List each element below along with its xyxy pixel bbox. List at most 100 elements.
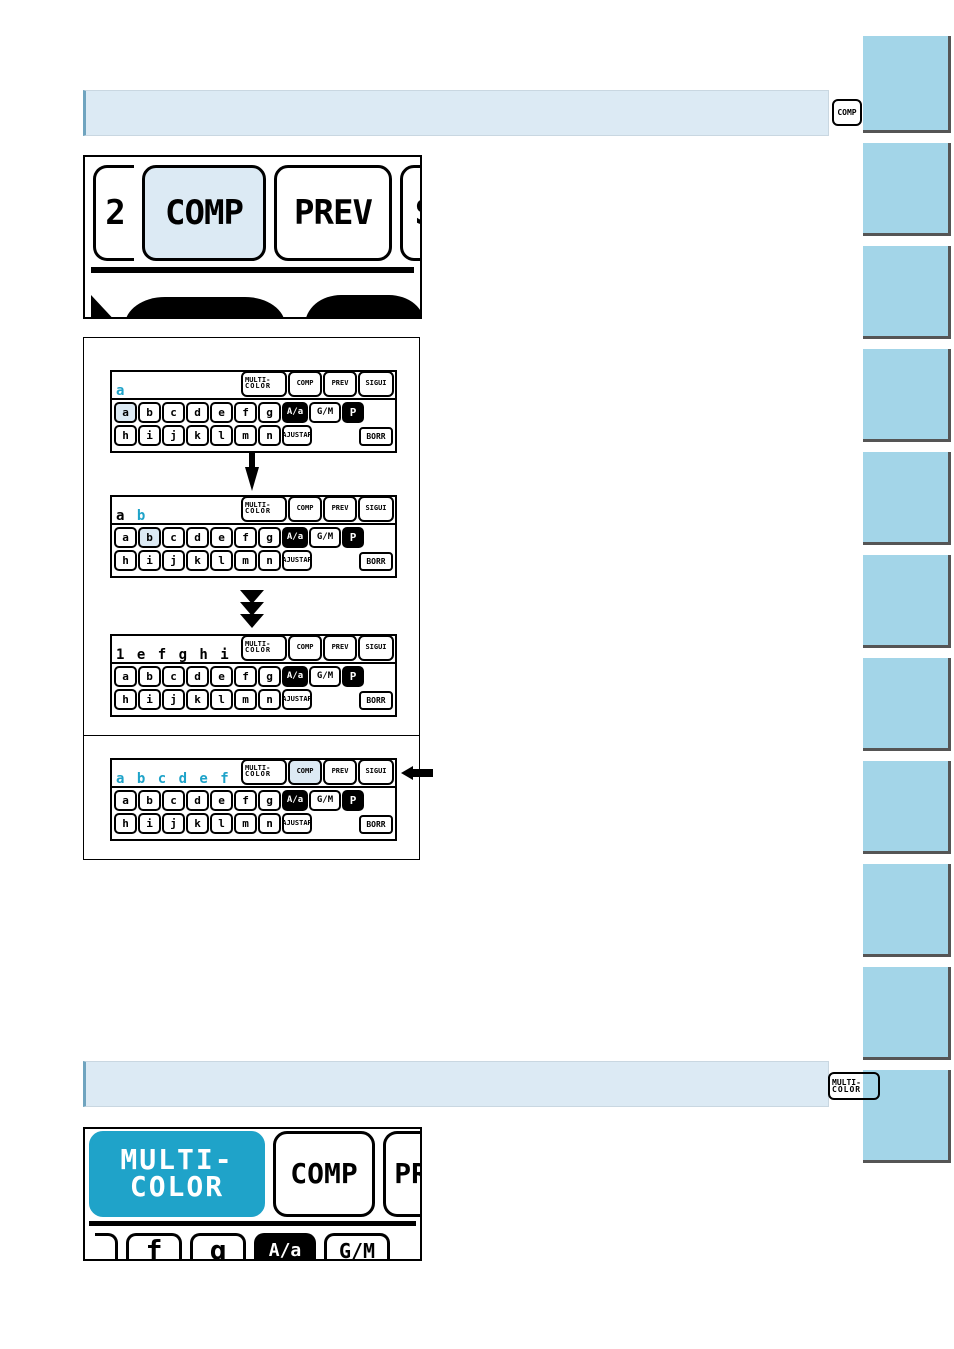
- key-case-toggle[interactable]: A/a: [254, 1233, 316, 1261]
- key-b[interactable]: b: [138, 402, 161, 423]
- prev-button[interactable]: PREV: [323, 371, 357, 397]
- key-f[interactable]: f: [126, 1233, 182, 1261]
- key-h[interactable]: h: [114, 425, 137, 446]
- side-tab[interactable]: [863, 36, 951, 133]
- key-case-toggle[interactable]: A/a: [282, 666, 308, 687]
- key-e[interactable]: e: [210, 527, 233, 548]
- key-l[interactable]: l: [210, 425, 233, 446]
- key-l[interactable]: l: [210, 689, 233, 710]
- side-tab[interactable]: [863, 452, 951, 545]
- key-c[interactable]: c: [162, 402, 185, 423]
- key-c[interactable]: c: [162, 790, 185, 811]
- key-b[interactable]: b: [138, 790, 161, 811]
- borr-button[interactable]: BORR: [359, 815, 393, 834]
- key-fragment[interactable]: [95, 1233, 118, 1261]
- sigui-button[interactable]: SIGUI: [358, 371, 394, 397]
- key-ajustar[interactable]: AJUSTAR: [282, 813, 312, 834]
- key-k[interactable]: k: [186, 689, 209, 710]
- key-h[interactable]: h: [114, 813, 137, 834]
- key-i[interactable]: i: [138, 689, 161, 710]
- prev-button[interactable]: PREV: [323, 759, 357, 785]
- key-h[interactable]: h: [114, 689, 137, 710]
- key-ajustar[interactable]: AJUSTAR: [282, 689, 312, 710]
- side-tab[interactable]: [863, 761, 951, 854]
- key-e[interactable]: e: [210, 666, 233, 687]
- key-j[interactable]: j: [162, 425, 185, 446]
- comp-button[interactable]: COMP: [288, 371, 322, 397]
- key-d[interactable]: d: [186, 527, 209, 548]
- key-j[interactable]: j: [162, 550, 185, 571]
- key-m[interactable]: m: [234, 689, 257, 710]
- key-p[interactable]: P: [342, 402, 364, 423]
- prev-button[interactable]: PREV: [323, 496, 357, 522]
- side-tab[interactable]: [863, 246, 951, 339]
- side-tab[interactable]: [863, 349, 951, 442]
- key-case-toggle[interactable]: A/a: [282, 527, 308, 548]
- key-p[interactable]: P: [342, 666, 364, 687]
- prev-button[interactable]: PREV: [323, 635, 357, 661]
- prev-button[interactable]: PREV: [274, 165, 392, 261]
- key-f[interactable]: f: [234, 527, 257, 548]
- multicolor-button[interactable]: MULTI-COLOR: [89, 1131, 265, 1217]
- multicolor-button[interactable]: MULTI-COLOR: [241, 371, 287, 397]
- comp-button[interactable]: COMP: [142, 165, 266, 261]
- sig-button[interactable]: SIG: [400, 165, 422, 261]
- key-d[interactable]: d: [186, 790, 209, 811]
- borr-button[interactable]: BORR: [359, 691, 393, 710]
- key-a[interactable]: a: [114, 402, 137, 423]
- key-f[interactable]: f: [234, 790, 257, 811]
- key-l[interactable]: l: [210, 813, 233, 834]
- key-g[interactable]: g: [258, 666, 281, 687]
- key-gm[interactable]: G/M: [309, 666, 341, 687]
- multicolor-button[interactable]: MULTI-COLOR: [241, 496, 287, 522]
- comp-button[interactable]: COMP: [273, 1131, 375, 1217]
- key-j[interactable]: j: [162, 813, 185, 834]
- borr-button[interactable]: BORR: [359, 427, 393, 446]
- key-g[interactable]: g: [258, 790, 281, 811]
- key-k[interactable]: k: [186, 425, 209, 446]
- key-ajustar[interactable]: AJUSTAR: [282, 550, 312, 571]
- key-l[interactable]: l: [210, 550, 233, 571]
- multicolor-button[interactable]: MULTI-COLOR: [241, 635, 287, 661]
- key-n[interactable]: n: [258, 813, 281, 834]
- key-gm[interactable]: G/M: [309, 402, 341, 423]
- sigui-button[interactable]: SIGUI: [358, 635, 394, 661]
- key-b[interactable]: b: [138, 527, 161, 548]
- key-m[interactable]: m: [234, 813, 257, 834]
- side-tab[interactable]: [863, 658, 951, 751]
- key-b[interactable]: b: [138, 666, 161, 687]
- sigui-button[interactable]: SIGUI: [358, 496, 394, 522]
- key-gm[interactable]: G/M: [309, 790, 341, 811]
- key-d[interactable]: d: [186, 666, 209, 687]
- side-tab[interactable]: [863, 864, 951, 957]
- key-case-toggle[interactable]: A/a: [282, 402, 308, 423]
- key-e[interactable]: e: [210, 402, 233, 423]
- key-gm[interactable]: G/M: [309, 527, 341, 548]
- borr-button[interactable]: BORR: [359, 552, 393, 571]
- key-f[interactable]: f: [234, 402, 257, 423]
- comp-button[interactable]: COMP: [288, 635, 322, 661]
- key-k[interactable]: k: [186, 550, 209, 571]
- key-gm[interactable]: G/M: [324, 1233, 390, 1261]
- key-g[interactable]: g: [190, 1233, 246, 1261]
- key-f[interactable]: f: [234, 666, 257, 687]
- key-a[interactable]: a: [114, 790, 137, 811]
- key-p[interactable]: P: [342, 527, 364, 548]
- key-c[interactable]: c: [162, 527, 185, 548]
- side-tab[interactable]: [863, 143, 951, 236]
- key-ajustar[interactable]: AJUSTAR: [282, 425, 312, 446]
- key-m[interactable]: m: [234, 550, 257, 571]
- key-p[interactable]: P: [342, 790, 364, 811]
- key-m[interactable]: m: [234, 425, 257, 446]
- key-n[interactable]: n: [258, 425, 281, 446]
- key-k[interactable]: k: [186, 813, 209, 834]
- key-g[interactable]: g: [258, 527, 281, 548]
- key-c[interactable]: c: [162, 666, 185, 687]
- side-tab[interactable]: [863, 967, 951, 1060]
- comp-button[interactable]: COMP: [288, 496, 322, 522]
- sigui-button[interactable]: SIGUI: [358, 759, 394, 785]
- multicolor-button[interactable]: MULTI-COLOR: [241, 759, 287, 785]
- key-e[interactable]: e: [210, 790, 233, 811]
- key-n[interactable]: n: [258, 550, 281, 571]
- key-i[interactable]: i: [138, 550, 161, 571]
